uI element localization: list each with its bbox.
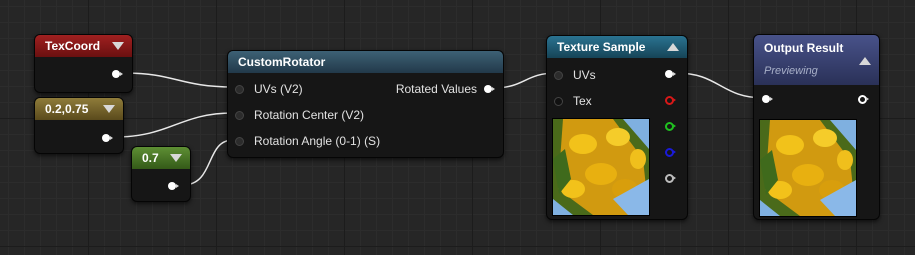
input-pin-rotation-angle[interactable]: Rotation Angle (0-1) (S) [234, 134, 380, 148]
customrotator-node[interactable]: CustomRotator UVs (V2) Rotation Center (… [227, 50, 504, 158]
input-pin-icon[interactable] [234, 84, 246, 94]
texture-sample-node[interactable]: Texture Sample UVs Tex [546, 35, 688, 220]
output-result-input-pin[interactable] [761, 94, 773, 104]
texture-input-uvs[interactable]: UVs [553, 68, 596, 82]
constant2vector-title: 0.2,0.75 [45, 102, 89, 116]
texture-output-rgb[interactable] [664, 69, 676, 79]
output-preview-image [759, 119, 857, 217]
output-label-rotated-values: Rotated Values [395, 82, 477, 96]
input-pin-icon[interactable] [761, 94, 773, 104]
chevron-down-icon[interactable] [112, 42, 124, 50]
output-pin-rotated-values[interactable]: Rotated Values [396, 82, 495, 96]
output-result-title: Output Result [764, 41, 844, 55]
texture-sample-header[interactable]: Texture Sample [547, 36, 687, 58]
chevron-down-icon[interactable] [103, 105, 115, 113]
constant-node[interactable]: 0.7 [131, 146, 191, 202]
texture-input-label-tex: Tex [573, 94, 592, 108]
texcoord-output-pin-row[interactable] [111, 69, 123, 79]
output-pin-icon[interactable] [101, 133, 113, 143]
input-pin-icon[interactable] [234, 136, 246, 146]
texture-input-label-uvs: UVs [573, 68, 596, 82]
input-label-rotation-center: Rotation Center (V2) [254, 108, 365, 122]
texture-output-r[interactable] [664, 95, 676, 105]
output-pin-alpha-icon[interactable] [664, 173, 676, 183]
output-pin-red-icon[interactable] [664, 95, 676, 105]
input-pin-uvs[interactable]: UVs (V2) [234, 82, 303, 96]
texture-input-tex[interactable]: Tex [553, 94, 592, 108]
wire-const2-to-rotation-center [114, 112, 234, 138]
output-pin-icon[interactable] [857, 94, 869, 104]
input-pin-icon[interactable] [553, 96, 565, 106]
output-pin-green-icon[interactable] [664, 121, 676, 131]
output-result-header[interactable]: Output Result Previewing [754, 35, 879, 85]
wire-texture-rgb-to-output [675, 72, 766, 99]
chevron-up-icon[interactable] [859, 57, 871, 65]
constant-output-pin-row[interactable] [167, 181, 179, 191]
texture-preview-image [552, 118, 650, 216]
output-pin-icon[interactable] [167, 181, 179, 191]
customrotator-header[interactable]: CustomRotator [228, 51, 503, 73]
output-pin-icon[interactable] [483, 84, 495, 94]
input-label-uvs: UVs (V2) [254, 82, 303, 96]
output-result-node[interactable]: Output Result Previewing [753, 34, 880, 220]
previewing-label: Previewing [764, 65, 818, 77]
constant2vector-node[interactable]: 0.2,0.75 [34, 97, 124, 154]
constant2vector-output-pin-row[interactable] [101, 133, 113, 143]
texture-sample-title: Texture Sample [557, 40, 646, 54]
output-pin-rgb-icon[interactable] [664, 69, 676, 79]
chevron-down-icon[interactable] [170, 154, 182, 162]
input-label-rotation-angle: Rotation Angle (0-1) (S) [254, 134, 381, 148]
customrotator-title: CustomRotator [238, 55, 326, 69]
texcoord-header[interactable]: TexCoord [35, 35, 132, 57]
chevron-up-icon[interactable] [667, 43, 679, 51]
input-pin-rotation-center[interactable]: Rotation Center (V2) [234, 108, 364, 122]
texcoord-title: TexCoord [45, 39, 101, 53]
texture-output-g[interactable] [664, 121, 676, 131]
constant2vector-header[interactable]: 0.2,0.75 [35, 98, 123, 120]
output-pin-blue-icon[interactable] [664, 147, 676, 157]
output-pin-icon[interactable] [111, 69, 123, 79]
input-pin-icon[interactable] [553, 70, 565, 80]
texture-output-a[interactable] [664, 173, 676, 183]
output-result-output-pin[interactable] [857, 94, 869, 104]
constant-header[interactable]: 0.7 [132, 147, 190, 169]
constant-title: 0.7 [142, 151, 159, 165]
input-pin-icon[interactable] [234, 110, 246, 120]
texture-output-b[interactable] [664, 147, 676, 157]
wire-texcoord-to-uvs [123, 72, 234, 88]
texcoord-node[interactable]: TexCoord [34, 34, 133, 93]
